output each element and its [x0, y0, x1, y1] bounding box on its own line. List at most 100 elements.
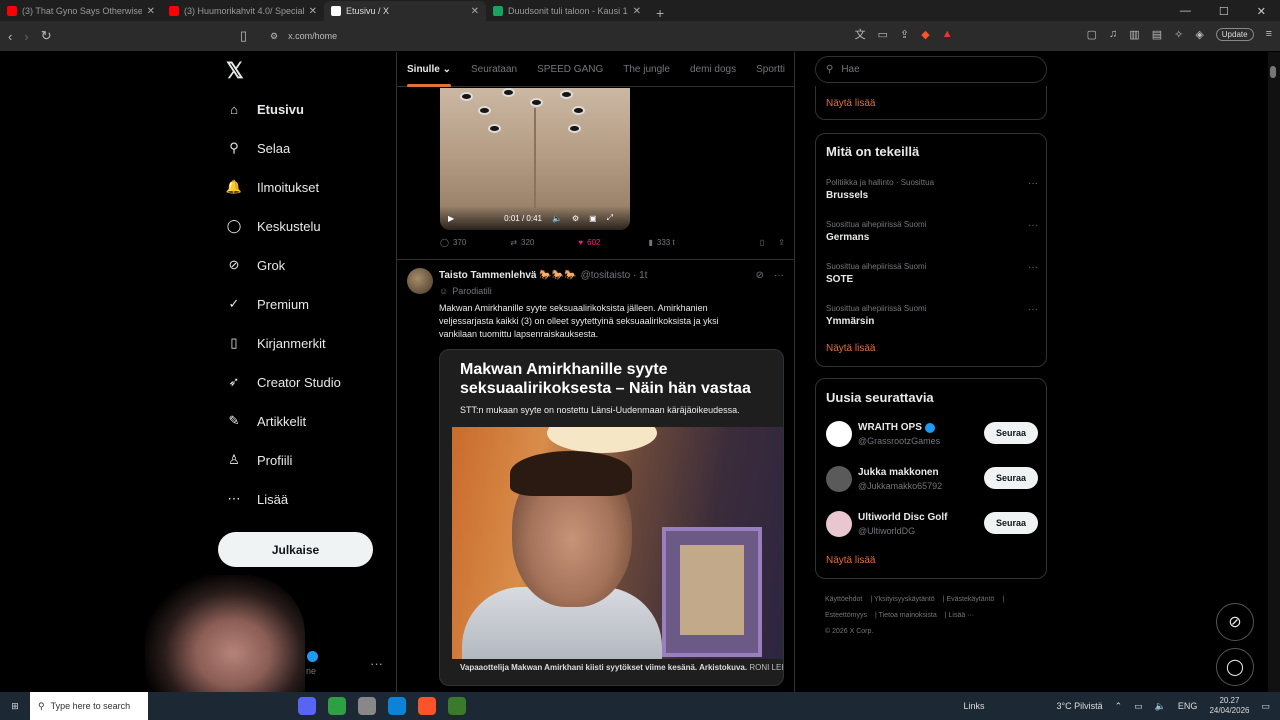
- messages-fab-button[interactable]: ◯: [1216, 648, 1254, 686]
- like-button[interactable]: ♥ 602: [578, 238, 600, 247]
- network-icon[interactable]: ▭: [1134, 701, 1143, 712]
- tab-sportti[interactable]: Sportti: [746, 52, 794, 87]
- footer-link[interactable]: Esteettömyys: [825, 612, 867, 619]
- minimize-button[interactable]: —: [1180, 5, 1191, 17]
- vpn-icon[interactable]: ◈: [1195, 28, 1203, 41]
- browser-tab[interactable]: (3) Huumorikahvit 4.0/ Special #2/ S ✕: [162, 1, 324, 21]
- taskbar-search[interactable]: ⚲ Type here to search: [30, 692, 148, 720]
- trend-item[interactable]: Suosittua aihepiirissä Suomi SOTE ···: [826, 262, 1038, 285]
- more-icon[interactable]: ···: [1028, 178, 1038, 189]
- nav-item-premium[interactable]: ✓ Premium: [226, 296, 309, 312]
- trend-item[interactable]: Suosittua aihepiirissä Suomi Ymmärsin ···: [826, 304, 1038, 327]
- x-logo-icon[interactable]: 𝕏: [226, 58, 244, 84]
- author-name[interactable]: Taisto Tammenlehvä 🐎🐎🐎: [439, 270, 577, 281]
- avatar[interactable]: [826, 511, 852, 537]
- nav-item-keskustelu[interactable]: ◯ Keskustelu: [226, 218, 321, 234]
- language-indicator[interactable]: ENG: [1178, 701, 1198, 711]
- share-icon[interactable]: ⇪: [900, 28, 909, 41]
- show-more-link[interactable]: Näytä lisää: [826, 98, 875, 109]
- brave-rewards-icon[interactable]: ▲: [942, 28, 953, 40]
- edge-icon[interactable]: [388, 697, 406, 715]
- footer-link[interactable]: Lisää ···: [949, 612, 975, 619]
- more-icon[interactable]: ···: [1028, 220, 1038, 231]
- footer-link[interactable]: Tietoa mainoksista: [879, 612, 937, 619]
- leo-icon[interactable]: ✧: [1174, 28, 1183, 41]
- tab-sinulle[interactable]: Sinulle ⌄: [397, 52, 461, 87]
- nav-item-selaa[interactable]: ⚲ Selaa: [226, 140, 290, 156]
- follow-button[interactable]: Seuraa: [984, 467, 1038, 489]
- tab-close-icon[interactable]: ✕: [633, 6, 641, 17]
- forward-icon[interactable]: ›: [24, 29, 28, 44]
- play-icon[interactable]: ▶: [448, 214, 454, 223]
- follow-suggestion[interactable]: Jukka makkonen @Jukkamakko65792 Seuraa: [826, 464, 1038, 494]
- wallet-icon[interactable]: ▤: [1152, 28, 1162, 41]
- nav-item-kirjanmerkit[interactable]: ▯ Kirjanmerkit: [226, 335, 325, 351]
- tab-seurataan[interactable]: Seurataan: [461, 52, 527, 87]
- media-icon[interactable]: ♫: [1109, 28, 1117, 40]
- views-button[interactable]: ▮ 333 t: [648, 238, 674, 247]
- app-icon[interactable]: [358, 697, 376, 715]
- new-tab-button[interactable]: +: [648, 5, 672, 21]
- reply-button[interactable]: ◯ 370: [440, 238, 466, 247]
- nav-item-ilmoitukset[interactable]: 🔔 Ilmoitukset: [226, 179, 319, 195]
- more-icon[interactable]: ···: [1028, 304, 1038, 315]
- avatar[interactable]: [407, 268, 433, 294]
- nav-item-profiili[interactable]: ♙ Profiili: [226, 452, 292, 468]
- share-button[interactable]: ⇪: [778, 238, 785, 247]
- brave-shield-icon[interactable]: ◆: [921, 28, 929, 41]
- links-toolbar[interactable]: Links: [964, 701, 985, 711]
- footer-link[interactable]: Käyttöehdot: [825, 596, 862, 603]
- volume-icon[interactable]: 🔈: [1155, 701, 1166, 712]
- nav-item-creator-studio[interactable]: ➶ Creator Studio: [226, 374, 341, 390]
- trend-item[interactable]: Suosittua aihepiirissä Suomi Germans ···: [826, 220, 1038, 243]
- follow-button[interactable]: Seuraa: [984, 422, 1038, 444]
- scrollbar[interactable]: [1268, 52, 1280, 692]
- show-more-link[interactable]: Näytä lisää: [826, 343, 875, 354]
- trend-item[interactable]: Politiikka ja hallinto · Suosittua Brusse…: [826, 178, 1038, 201]
- maximize-button[interactable]: ☐: [1219, 5, 1229, 18]
- nav-item-artikkelit[interactable]: ✎ Artikkelit: [226, 413, 307, 429]
- windows-start-icon[interactable]: ⊞: [0, 692, 30, 720]
- sidebar-icon[interactable]: ▥: [1129, 28, 1139, 41]
- menu-icon[interactable]: ≡: [1266, 28, 1272, 40]
- nav-item-grok[interactable]: ⊘ Grok: [226, 257, 286, 273]
- follow-suggestion[interactable]: Ultiworld Disc Golf @UltiworldDG Seuraa: [826, 509, 1038, 539]
- tab-the-jungle[interactable]: The jungle: [613, 52, 680, 87]
- grok-fab-button[interactable]: ⊘: [1216, 603, 1254, 641]
- scrollbar-thumb[interactable]: [1270, 66, 1276, 78]
- back-icon[interactable]: ‹: [8, 29, 12, 44]
- site-info-icon[interactable]: ⚙: [270, 31, 278, 42]
- url-text[interactable]: x.com/home: [288, 31, 337, 41]
- nav-item-etusivu[interactable]: ⌂ Etusivu: [226, 101, 304, 117]
- tab-close-icon[interactable]: ✕: [147, 6, 155, 17]
- avatar[interactable]: [826, 466, 852, 492]
- weather-widget[interactable]: 3°C Pilvistä: [1057, 701, 1103, 711]
- browser-tab-active[interactable]: Etusivu / X ✕: [324, 1, 486, 21]
- update-button[interactable]: Update: [1215, 27, 1254, 41]
- tweet-video[interactable]: ▶ 0:01 / 0:41 🔈 ⚙ ▣ ⤢: [440, 88, 630, 230]
- grok-icon[interactable]: ⊘: [756, 270, 764, 281]
- tray-chevron-icon[interactable]: ⌃: [1115, 701, 1123, 712]
- footer-link[interactable]: Yksityisyyskäytäntö: [874, 596, 935, 603]
- pip-icon[interactable]: ▣: [589, 214, 597, 223]
- bookmark-page-icon[interactable]: ▯: [240, 28, 247, 44]
- clock[interactable]: 20.27 24/04/2026: [1209, 696, 1249, 716]
- app-icon[interactable]: [328, 697, 346, 715]
- footer-link[interactable]: Evästekäytäntö: [946, 596, 994, 603]
- nav-item-lisää[interactable]: ⋯ Lisää: [226, 491, 289, 507]
- post-button[interactable]: Julkaise: [218, 532, 373, 567]
- reload-icon[interactable]: ↻: [41, 28, 52, 44]
- window-icon[interactable]: ▢: [1087, 28, 1097, 41]
- more-icon[interactable]: ···: [1028, 262, 1038, 273]
- tab-close-icon[interactable]: ✕: [309, 6, 317, 17]
- follow-suggestion[interactable]: WRAITH OPS @GrassrootzGames Seuraa: [826, 419, 1038, 449]
- profile-more-icon[interactable]: ···: [370, 656, 383, 671]
- close-window-button[interactable]: ✕: [1257, 5, 1266, 18]
- tab-speed-gang[interactable]: SPEED GANG: [527, 52, 613, 87]
- repost-button[interactable]: ⇄ 320: [510, 238, 534, 247]
- browser-tab[interactable]: (3) That Gyno Says Otherwise - YouT ✕: [0, 1, 162, 21]
- tab-close-icon[interactable]: ✕: [471, 6, 479, 17]
- fullscreen-icon[interactable]: ⤢: [607, 213, 613, 223]
- discord-icon[interactable]: [298, 697, 316, 715]
- bookmark-button[interactable]: ▯: [760, 238, 764, 247]
